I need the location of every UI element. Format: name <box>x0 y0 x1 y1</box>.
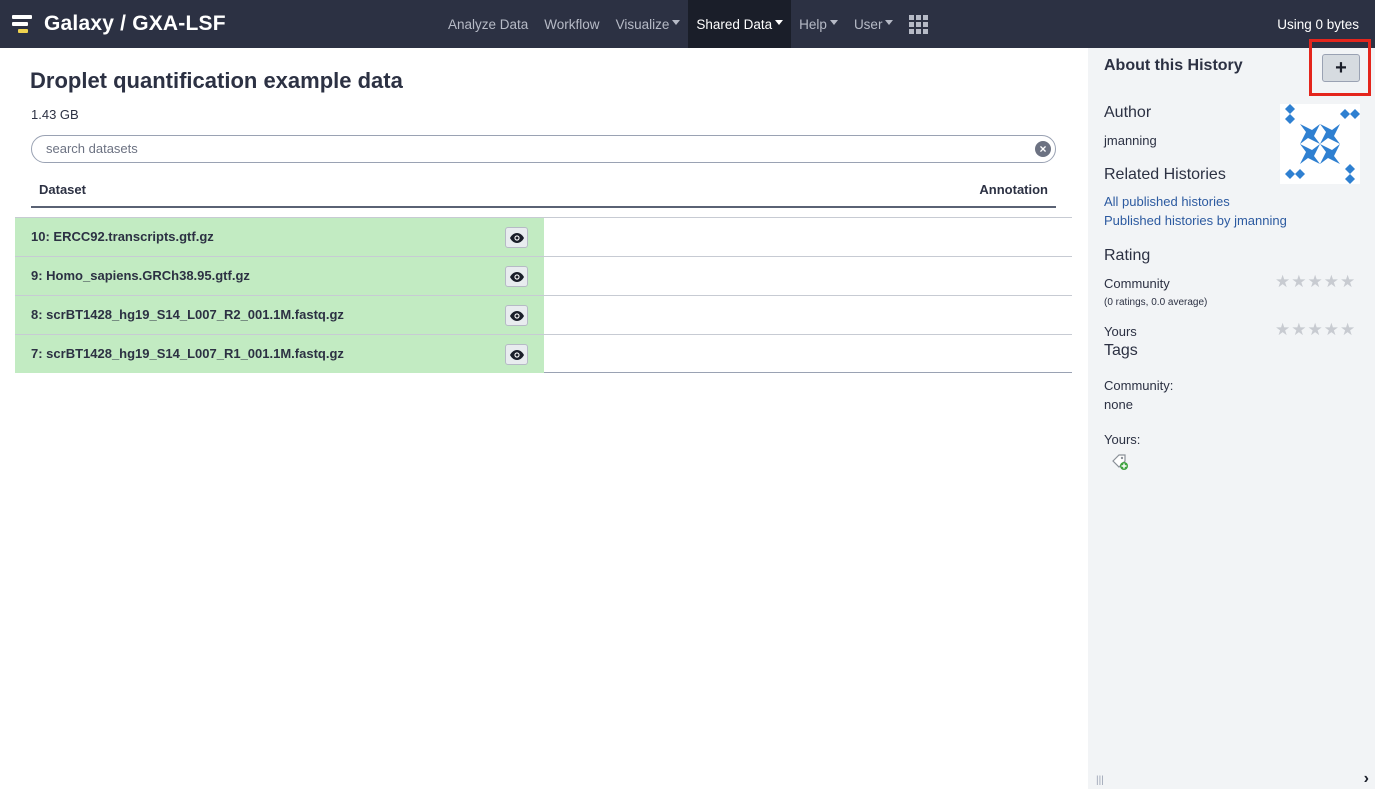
dataset-list: 10: ERCC92.transcripts.gtf.gz 9: Homo_sa… <box>15 217 1072 373</box>
eye-icon <box>509 271 524 282</box>
tags-heading: Tags <box>1104 342 1138 359</box>
published-by-author-link[interactable]: Published histories by jmanning <box>1104 213 1287 228</box>
dataset-item[interactable]: 7: scrBT1428_hg19_S14_L007_R1_001.1M.fas… <box>15 335 544 373</box>
eye-icon <box>509 310 524 321</box>
view-dataset-button[interactable] <box>505 344 528 365</box>
search-box: × <box>31 135 1056 163</box>
search-input[interactable] <box>46 141 1006 156</box>
tag-add-icon <box>1112 454 1128 470</box>
dataset-name[interactable]: 7: scrBT1428_hg19_S14_L007_R1_001.1M.fas… <box>31 346 344 361</box>
author-heading: Author <box>1104 104 1152 121</box>
nav-help[interactable]: Help <box>791 0 846 48</box>
view-dataset-button[interactable] <box>505 305 528 326</box>
community-rating-stars: ★ ★ ★ ★ ★ <box>1275 272 1355 292</box>
star-icon[interactable]: ★ <box>1308 320 1323 340</box>
main-nav: Analyze Data Workflow Visualize Shared D… <box>440 0 936 48</box>
star-icon: ★ <box>1307 272 1323 291</box>
view-dataset-button[interactable] <box>505 227 528 248</box>
star-icon[interactable]: ★ <box>1291 320 1306 340</box>
community-rating-label: Community <box>1104 276 1170 291</box>
center-panel: Droplet quantification example data 1.43… <box>0 48 1088 789</box>
community-tags-value: none <box>1104 397 1133 412</box>
nav-user[interactable]: User <box>846 0 902 48</box>
view-dataset-button[interactable] <box>505 266 528 287</box>
eye-icon <box>509 232 524 243</box>
dataset-name[interactable]: 9: Homo_sapiens.GRCh38.95.gtf.gz <box>31 268 250 283</box>
author-name: jmanning <box>1104 133 1157 148</box>
star-icon: ★ <box>1275 272 1291 291</box>
column-header-dataset: Dataset <box>39 182 86 197</box>
star-icon: ★ <box>1340 272 1356 291</box>
all-published-histories-link[interactable]: All published histories <box>1104 194 1230 209</box>
right-panel: About this History + Author jmanning Rel… <box>1088 39 1375 789</box>
author-avatar <box>1280 104 1360 184</box>
table-header: Dataset Annotation <box>31 172 1056 208</box>
table-row: 7: scrBT1428_hg19_S14_L007_R1_001.1M.fas… <box>15 334 1072 373</box>
community-tags-label: Community: <box>1104 378 1174 393</box>
your-tags-label: Yours: <box>1104 432 1141 447</box>
star-icon[interactable]: ★ <box>1324 320 1339 340</box>
caret-down-icon <box>775 19 784 25</box>
dataset-name[interactable]: 8: scrBT1428_hg19_S14_L007_R2_001.1M.fas… <box>31 307 344 322</box>
identicon-icon <box>1285 104 1360 184</box>
dataset-item[interactable]: 8: scrBT1428_hg19_S14_L007_R2_001.1M.fas… <box>15 296 544 334</box>
page-title: Droplet quantification example data <box>30 68 403 93</box>
table-row: 8: scrBT1428_hg19_S14_L007_R2_001.1M.fas… <box>15 295 1072 334</box>
caret-down-icon <box>829 19 838 25</box>
caret-down-icon <box>885 19 894 25</box>
panel-drag-handle[interactable]: ||| <box>1096 775 1104 786</box>
star-icon[interactable]: ★ <box>1340 320 1355 340</box>
column-header-annotation: Annotation <box>979 182 1048 197</box>
star-icon[interactable]: ★ <box>1275 320 1290 340</box>
add-tag-button[interactable] <box>1110 452 1130 472</box>
masthead: Galaxy / GXA-LSF Analyze Data Workflow V… <box>0 0 1375 48</box>
brand-link[interactable]: Galaxy / GXA-LSF <box>12 0 226 48</box>
table-row: 10: ERCC92.transcripts.gtf.gz <box>15 217 1072 256</box>
eye-icon <box>509 349 524 360</box>
related-histories-heading: Related Histories <box>1104 166 1226 183</box>
grid-icon <box>909 14 929 34</box>
galaxy-logo-icon <box>12 14 34 34</box>
dataset-item[interactable]: 9: Homo_sapiens.GRCh38.95.gtf.gz <box>15 257 544 295</box>
dataset-item[interactable]: 10: ERCC92.transcripts.gtf.gz <box>15 218 544 256</box>
nav-analyze-data[interactable]: Analyze Data <box>440 0 536 48</box>
caret-down-icon <box>672 19 681 25</box>
nav-shared-data[interactable]: Shared Data <box>688 0 792 48</box>
dataset-name[interactable]: 10: ERCC92.transcripts.gtf.gz <box>31 229 214 244</box>
star-icon: ★ <box>1291 272 1307 291</box>
about-history-title: About this History <box>1104 57 1243 74</box>
table-row: 9: Homo_sapiens.GRCh38.95.gtf.gz <box>15 256 1072 295</box>
your-rating-stars[interactable]: ★ ★ ★ ★ ★ <box>1275 320 1355 340</box>
community-rating-summary: (0 ratings, 0.0 average) <box>1104 297 1208 308</box>
nav-workflow[interactable]: Workflow <box>536 0 607 48</box>
rating-heading: Rating <box>1104 247 1151 264</box>
history-size: 1.43 GB <box>31 107 79 122</box>
chevron-right-icon[interactable]: › <box>1364 770 1369 788</box>
brand-title: Galaxy / GXA-LSF <box>44 12 226 35</box>
nav-visualize[interactable]: Visualize <box>608 0 689 48</box>
star-icon: ★ <box>1323 272 1339 291</box>
import-history-button[interactable]: + <box>1322 54 1360 82</box>
your-rating-label: Yours <box>1104 324 1137 339</box>
clear-search-icon[interactable]: × <box>1035 141 1051 157</box>
nav-apps[interactable] <box>901 0 936 48</box>
